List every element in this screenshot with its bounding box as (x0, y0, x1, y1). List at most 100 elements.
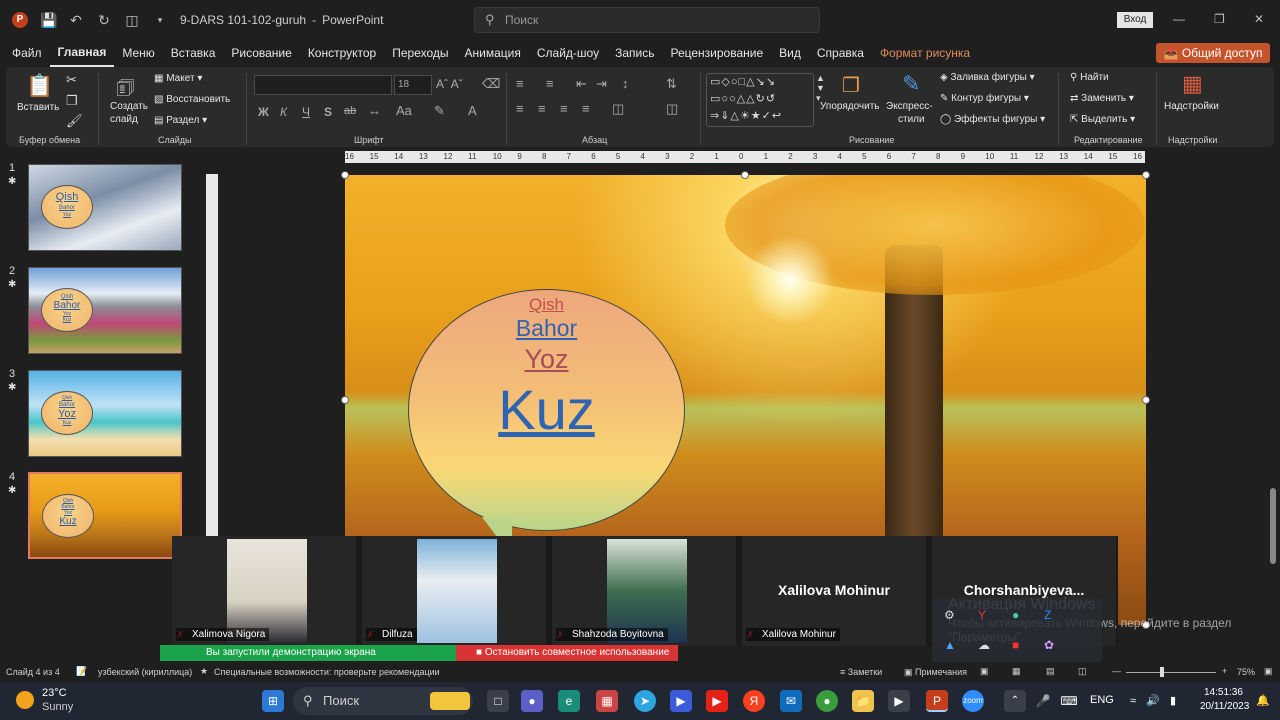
notes-button[interactable]: ≡ Заметки (840, 667, 882, 677)
align-left-icon[interactable]: ≡ (516, 101, 524, 116)
tray-app-icon[interactable]: ● (1012, 608, 1019, 622)
quick-styles-button[interactable]: Экспресс- (886, 101, 933, 112)
weather-condition[interactable]: Sunny (42, 701, 73, 713)
teams-icon[interactable]: ● (521, 690, 543, 712)
copy-icon[interactable]: ❐ (66, 93, 78, 109)
paste-button[interactable]: Вставить (17, 102, 59, 113)
zoom-out-icon[interactable]: — (1112, 666, 1121, 676)
reset-button[interactable]: ▧ Восстановить (154, 94, 230, 105)
columns-icon[interactable]: ◫ (612, 101, 624, 117)
clear-format-icon[interactable]: ⌫ (482, 76, 500, 92)
zoom-slider-thumb[interactable] (1160, 667, 1164, 677)
justify-icon[interactable]: ≡ (582, 101, 590, 116)
edge-icon[interactable]: e (558, 690, 580, 712)
windows-start-icon[interactable]: ⊞ (262, 690, 284, 712)
app-icon[interactable]: ▶ (888, 690, 910, 712)
shape-fill-button[interactable]: ◈ Заливка фигуры ▾ (940, 72, 1035, 83)
char-spacing-icon[interactable]: ↔ (368, 103, 381, 118)
font-color-icon[interactable]: A (468, 103, 477, 118)
find-button[interactable]: ⚲ Найти (1070, 72, 1109, 83)
tab-draw[interactable]: Рисование (223, 40, 299, 66)
wifi-icon[interactable]: ≈ (1122, 690, 1144, 712)
arrange-icon[interactable]: ❐ (842, 73, 860, 98)
grow-font-icon[interactable]: Aˆ Aˇ (436, 77, 463, 91)
tray-app-icon[interactable]: ▲ (944, 638, 956, 652)
battery-icon[interactable]: ▮ (1162, 690, 1184, 712)
align-right-icon[interactable]: ≡ (560, 101, 568, 116)
tray-app-icon[interactable]: ✿ (1044, 638, 1054, 652)
tab-slideshow[interactable]: Слайд-шоу (529, 40, 607, 66)
strikethrough-button[interactable]: ab (344, 105, 356, 117)
align-center-icon[interactable]: ≡ (538, 101, 546, 116)
select-button[interactable]: ⇱ Выделить ▾ (1070, 114, 1135, 125)
zoom-slider[interactable] (1126, 672, 1216, 673)
tray-app-icon[interactable]: ☁ (978, 638, 990, 652)
search-input[interactable]: ⚲ Поиск (474, 7, 820, 33)
redo-icon[interactable]: ↻ (96, 12, 112, 28)
tab-file[interactable]: Файл (4, 40, 50, 66)
comments-button[interactable]: ▣ Примечания (904, 667, 967, 678)
outlook-icon[interactable]: ✉ (780, 690, 802, 712)
keyboard-icon[interactable]: ⌨ (1058, 690, 1080, 712)
format-painter-icon[interactable]: 🖌 (66, 113, 83, 129)
addins-icon[interactable]: ▦ (1182, 71, 1203, 97)
slide-sorter-icon[interactable]: ▦ (1012, 666, 1021, 677)
shape-outline-button[interactable]: ✎ Контур фигуры ▾ (940, 93, 1029, 104)
tray-chevron-icon[interactable]: ⌃ (1004, 690, 1026, 712)
highlight-icon[interactable]: ✎ (434, 103, 445, 119)
tray-app-icon[interactable]: ■ (1012, 638, 1019, 652)
resize-handle[interactable] (1142, 171, 1150, 179)
microphone-icon[interactable]: 🎤 (1032, 690, 1054, 712)
stop-share-button[interactable]: ■ Остановить совместное использование (456, 645, 678, 661)
cut-icon[interactable]: ✂ (66, 72, 77, 88)
numbering-icon[interactable]: ≡ (546, 76, 554, 91)
participant-tile[interactable]: Xalilova Mohinur ✗ Xalilova Mohinur (742, 536, 926, 646)
tab-review[interactable]: Рецензирование (662, 40, 771, 66)
tab-animations[interactable]: Анимация (457, 40, 529, 66)
normal-view-icon[interactable]: ▣ (980, 666, 989, 677)
zoom-level[interactable]: 75% (1237, 667, 1255, 677)
volume-icon[interactable]: 🔊 (1142, 690, 1164, 712)
task-view-icon[interactable]: □ (487, 690, 509, 712)
file-explorer-icon[interactable]: 📁 (852, 690, 874, 712)
notification-bell-icon[interactable]: 🔔 (1252, 690, 1274, 712)
participant-tile[interactable]: ✗ Dilfuza (362, 536, 546, 646)
resize-handle[interactable] (741, 171, 749, 179)
zoom-taskbar-icon[interactable]: zoom (962, 690, 984, 712)
slideshow-view-icon[interactable]: ◫ (1078, 666, 1087, 677)
resize-handle[interactable] (341, 171, 349, 179)
undo-icon[interactable]: ↶ (68, 12, 84, 28)
font-size-input[interactable]: 18 (394, 75, 432, 95)
tab-help[interactable]: Справка (809, 40, 872, 66)
slide-thumbnail-2[interactable]: Qish Bahor Yoz Kuz (28, 267, 182, 354)
tab-home[interactable]: Главная (49, 39, 115, 67)
arrange-button[interactable]: Упорядочить (820, 101, 880, 112)
shapes-more-icon[interactable]: ▲ ▼ ▾ (816, 73, 825, 104)
tray-app-icon[interactable]: ⚙ (944, 608, 955, 622)
line-spacing-icon[interactable]: ↕ (622, 76, 629, 91)
yandex-icon[interactable]: Я (743, 690, 765, 712)
shadow-button[interactable]: S (324, 105, 332, 119)
language-indicator[interactable]: узбекский (кириллица) (98, 667, 192, 677)
new-slide-button[interactable]: Создать (110, 101, 148, 112)
spellcheck-icon[interactable]: 📝 (76, 666, 87, 677)
speech-bubble-shape[interactable]: Qish Bahor Yoz Kuz (408, 289, 685, 557)
restore-icon[interactable]: ❐ (1214, 12, 1225, 26)
resize-handle[interactable] (1142, 396, 1150, 404)
resize-handle[interactable] (341, 396, 349, 404)
input-language[interactable]: ENG (1090, 694, 1114, 706)
zoom-in-icon[interactable]: + (1222, 666, 1227, 676)
clock-date[interactable]: 20/11/2023 (1200, 701, 1249, 712)
quick-styles-icon[interactable]: ✎ (902, 71, 920, 97)
font-name-input[interactable] (254, 75, 392, 95)
participant-tile[interactable]: ✗ Xalimova Nigora (172, 536, 356, 646)
telegram-icon[interactable]: ➤ (634, 690, 656, 712)
share-button[interactable]: 📤 Общий доступ (1156, 43, 1270, 63)
tab-record[interactable]: Запись (607, 40, 662, 66)
layout-button[interactable]: ▦ Макет ▾ (154, 73, 202, 84)
shape-effects-button[interactable]: ◯ Эффекты фигуры ▾ (940, 114, 1045, 125)
decrease-indent-icon[interactable]: ⇤ (576, 76, 587, 92)
bullets-icon[interactable]: ≡ (516, 76, 524, 91)
accessibility-status[interactable]: Специальные возможности: проверьте реком… (214, 667, 440, 677)
paste-icon[interactable]: 📋 (26, 73, 53, 99)
